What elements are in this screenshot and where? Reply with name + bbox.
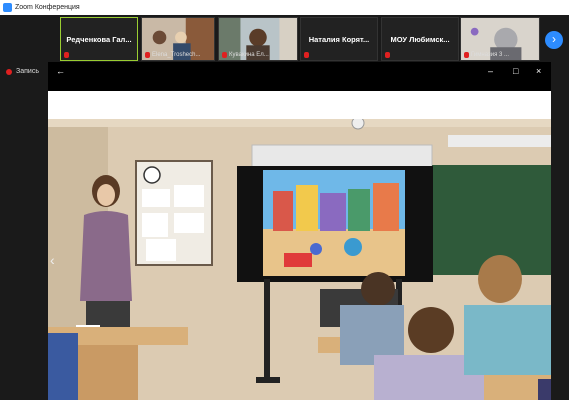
shared-video-viewer: ← – □ × ‹ [48, 62, 551, 400]
mic-muted-icon [222, 52, 227, 58]
previous-slide-arrow[interactable]: ‹ [50, 252, 55, 268]
maximize-button[interactable]: □ [513, 66, 518, 76]
mic-muted-icon [385, 52, 390, 58]
minimize-button[interactable]: – [488, 66, 493, 76]
participant-tile[interactable]: Кувакина Ел... [218, 17, 298, 61]
participant-tile[interactable]: Наталия Корят... [300, 17, 378, 61]
participant-name: Редченкова Гал... [66, 35, 132, 44]
recording-label: Запись [16, 68, 39, 75]
zoom-logo-icon [3, 3, 12, 12]
participant-caption: Кувакина Ел... [229, 52, 269, 58]
participant-tile[interactable]: МОУ Любимск... [381, 17, 459, 61]
participant-tile[interactable]: Редченкова Гал... [60, 17, 138, 61]
classroom-video-frame [48, 119, 551, 400]
next-participants-button[interactable]: › [545, 31, 563, 49]
participant-tile[interactable]: Elena_Troshech... [141, 17, 215, 61]
participant-strip: Редченкова Гал... Elena_Troshech... Кува… [0, 15, 569, 63]
video-letterbox [48, 91, 551, 119]
record-icon [6, 68, 12, 75]
mic-muted-icon [64, 52, 69, 58]
participant-tile[interactable]: Гимназия 3 ... [460, 17, 540, 61]
mic-muted-icon [145, 52, 150, 58]
participant-name: Наталия Корят... [308, 35, 370, 44]
recording-indicator[interactable]: Запись [6, 68, 39, 75]
window-title: Zoom Конференция [15, 4, 80, 11]
back-arrow-icon[interactable]: ← [56, 66, 65, 76]
participant-name: МОУ Любимск... [390, 35, 450, 44]
participant-caption: Гимназия 3 ... [471, 52, 509, 58]
mic-muted-icon [304, 52, 309, 58]
close-button[interactable]: × [536, 66, 541, 76]
window-titlebar: Zoom Конференция [0, 0, 569, 15]
participant-caption: Elena_Troshech... [152, 52, 201, 58]
viewer-toolbar: ← – □ × [48, 62, 551, 91]
mic-muted-icon [464, 52, 469, 58]
